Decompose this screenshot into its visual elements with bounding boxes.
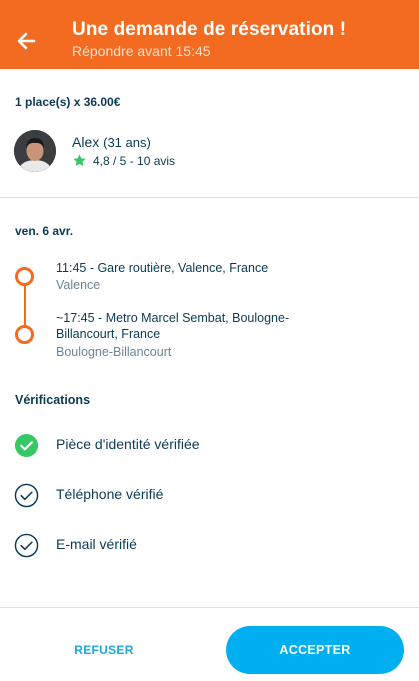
verification-label: E-mail vérifié bbox=[56, 536, 137, 552]
page-title: Une demande de réservation ! bbox=[72, 19, 347, 40]
arrival-stop: ~17:45 - Metro Marcel Sembat, Boulogne-B… bbox=[56, 311, 290, 341]
seats-price: 1 place(s) x 36.00€ bbox=[15, 95, 121, 109]
avatar[interactable] bbox=[14, 130, 56, 172]
trip-date: ven. 6 avr. bbox=[15, 224, 74, 238]
refuse-button[interactable]: REFUSER bbox=[52, 632, 156, 668]
verification-label: Téléphone vérifié bbox=[56, 486, 164, 502]
verification-email: E-mail vérifié bbox=[14, 533, 137, 558]
section-divider bbox=[0, 197, 419, 198]
arrow-left-icon[interactable] bbox=[12, 26, 42, 56]
departure-stop: 11:45 - Gare routière, Valence, France bbox=[56, 261, 269, 275]
check-circle-outline-icon bbox=[14, 533, 39, 558]
verification-id: Pièce d'identité vérifiée bbox=[14, 433, 200, 458]
arrival-dot-icon bbox=[15, 325, 34, 344]
departure-city: Valence bbox=[56, 278, 101, 292]
footer-divider bbox=[0, 607, 419, 608]
check-circle-outline-icon bbox=[14, 483, 39, 508]
verification-phone: Téléphone vérifié bbox=[14, 483, 163, 508]
rating-text: 4,8 / 5 - 10 avis bbox=[93, 153, 176, 168]
app-header: Une demande de réservation ! Répondre av… bbox=[0, 0, 419, 69]
driver-first-name: Alex bbox=[72, 134, 100, 150]
verifications-title: Vérifications bbox=[15, 393, 91, 407]
accept-button[interactable]: ACCEPTER bbox=[226, 626, 404, 674]
response-deadline: Répondre avant 15:45 bbox=[72, 43, 211, 59]
departure-dot-icon bbox=[15, 267, 34, 286]
driver-rating: 4,8 / 5 - 10 avis bbox=[72, 153, 175, 168]
star-icon bbox=[73, 154, 86, 167]
check-circle-filled-icon bbox=[14, 433, 39, 458]
verification-label: Pièce d'identité vérifiée bbox=[56, 436, 200, 452]
arrival-city: Boulogne-Billancourt bbox=[56, 345, 172, 359]
driver-name: Alex (31 ans) bbox=[72, 134, 151, 150]
driver-age: (31 ans) bbox=[103, 135, 151, 150]
